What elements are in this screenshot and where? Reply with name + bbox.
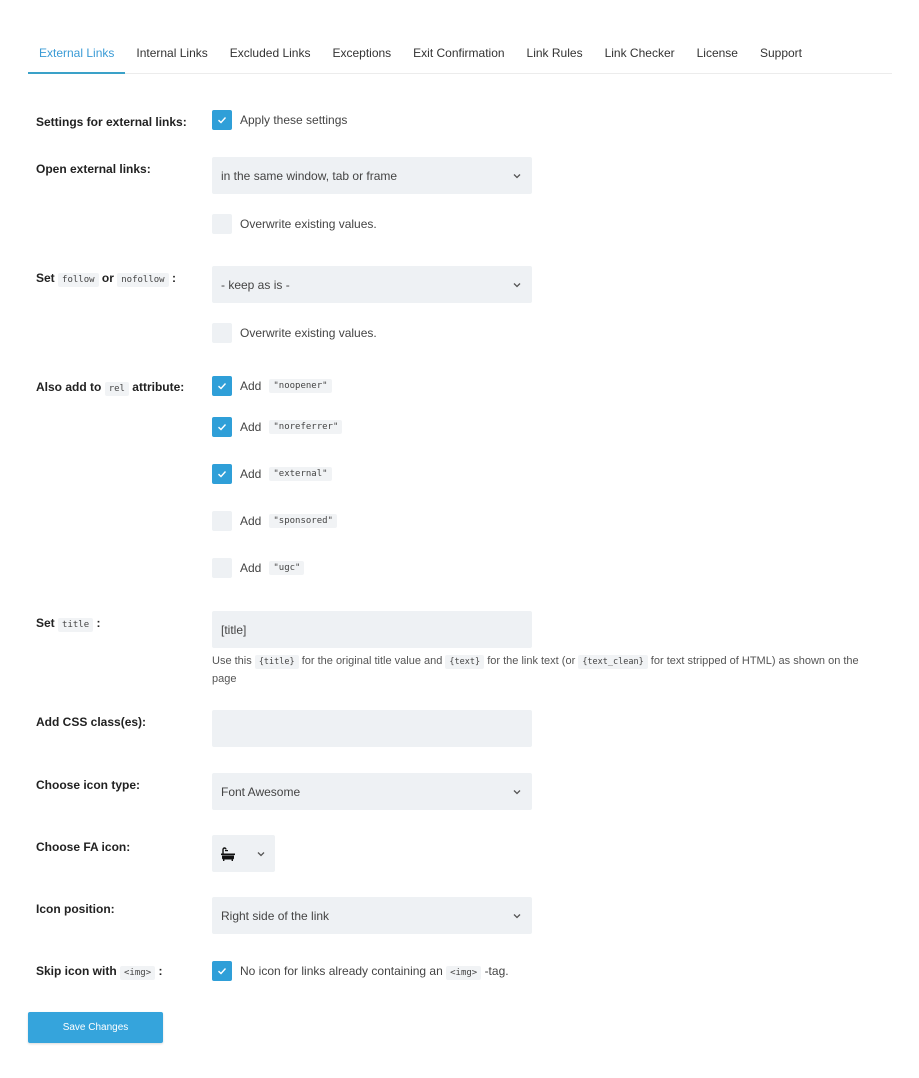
title-label-suffix: : bbox=[96, 616, 101, 630]
tab-excluded-links[interactable]: Excluded Links bbox=[219, 34, 322, 74]
skip-icon-code: <img> bbox=[120, 966, 156, 980]
chevron-down-icon bbox=[513, 913, 521, 918]
bath-icon bbox=[221, 846, 235, 861]
rel-label: Also add to rel attribute: bbox=[36, 380, 185, 396]
css-class-input[interactable] bbox=[212, 710, 532, 747]
follow-label: Set follow or nofollow : bbox=[36, 271, 176, 287]
check-icon bbox=[218, 968, 227, 975]
tab-external-links[interactable]: External Links bbox=[28, 34, 126, 74]
check-icon bbox=[218, 471, 227, 478]
title-label: Set title : bbox=[36, 616, 101, 632]
tab-link-checker[interactable]: Link Checker bbox=[594, 34, 686, 74]
chevron-down-icon bbox=[513, 789, 521, 794]
rel-ugc-code: "ugc" bbox=[269, 561, 305, 575]
apply-settings-row: Apply these settings bbox=[212, 110, 347, 130]
follow-code: follow bbox=[58, 273, 99, 287]
help-text-2: for the original title value and bbox=[301, 655, 443, 667]
open-links-overwrite-label: Overwrite existing values. bbox=[240, 217, 377, 231]
follow-select[interactable]: - keep as is - bbox=[212, 266, 532, 303]
skip-icon-text: No icon for links already containing an … bbox=[240, 964, 509, 980]
skip-icon-text-1: No icon for links already containing an bbox=[240, 964, 443, 978]
follow-value: - keep as is - bbox=[221, 277, 290, 292]
follow-overwrite-row: Overwrite existing values. bbox=[212, 323, 377, 343]
follow-label-prefix: Set bbox=[36, 271, 55, 285]
rel-noopener-code: "noopener" bbox=[269, 379, 332, 393]
rel-noopener-checkbox[interactable] bbox=[212, 376, 232, 396]
skip-icon-img-code: <img> bbox=[446, 966, 482, 980]
follow-label-mid: or bbox=[101, 271, 114, 285]
skip-icon-text-2: -tag. bbox=[484, 964, 509, 978]
skip-icon-label-suffix: : bbox=[158, 964, 163, 978]
fa-icon-label: Choose FA icon: bbox=[36, 840, 131, 854]
rel-external-prefix: Add bbox=[240, 467, 262, 481]
chevron-down-icon bbox=[513, 173, 521, 178]
title-help-text: Use this {title} for the original title … bbox=[212, 653, 872, 688]
rel-noreferrer-code: "noreferrer" bbox=[269, 420, 343, 434]
skip-icon-label-prefix: Skip icon with bbox=[36, 964, 117, 978]
rel-noreferrer-prefix: Add bbox=[240, 420, 262, 434]
nofollow-code: nofollow bbox=[117, 273, 169, 287]
rel-ugc-checkbox[interactable] bbox=[212, 558, 232, 578]
rel-noreferrer-checkbox[interactable] bbox=[212, 417, 232, 437]
tab-exceptions[interactable]: Exceptions bbox=[321, 34, 402, 74]
icon-type-value: Font Awesome bbox=[221, 784, 301, 799]
css-class-label: Add CSS class(es): bbox=[36, 715, 147, 729]
skip-icon-label: Skip icon with <img> : bbox=[36, 964, 163, 980]
tab-license[interactable]: License bbox=[686, 34, 749, 74]
rel-code: rel bbox=[104, 382, 129, 396]
save-changes-button[interactable]: Save Changes bbox=[28, 1012, 163, 1043]
title-code: title bbox=[58, 618, 94, 632]
chevron-down-icon bbox=[257, 851, 265, 856]
rel-noreferrer-row: Add "noreferrer" bbox=[212, 417, 343, 437]
rel-ugc-row: Add "ugc" bbox=[212, 558, 305, 578]
rel-label-prefix: Also add to bbox=[36, 380, 102, 394]
rel-external-row: Add "external" bbox=[212, 464, 332, 484]
open-links-value: in the same window, tab or frame bbox=[221, 168, 398, 183]
icon-position-select[interactable]: Right side of the link bbox=[212, 897, 532, 934]
icon-type-label: Choose icon type: bbox=[36, 778, 141, 792]
open-links-overwrite-row: Overwrite existing values. bbox=[212, 214, 377, 234]
rel-noopener-row: Add "noopener" bbox=[212, 376, 332, 396]
rel-sponsored-code: "sponsored" bbox=[269, 514, 337, 528]
chevron-down-icon bbox=[513, 282, 521, 287]
check-icon bbox=[218, 383, 227, 390]
open-links-label: Open external links: bbox=[36, 162, 151, 176]
fa-icon-select[interactable] bbox=[212, 835, 275, 872]
rel-sponsored-row: Add "sponsored" bbox=[212, 511, 337, 531]
open-links-overwrite-checkbox[interactable] bbox=[212, 214, 232, 234]
check-icon bbox=[218, 117, 227, 124]
tab-internal-links[interactable]: Internal Links bbox=[125, 34, 218, 74]
skip-icon-checkbox[interactable] bbox=[212, 961, 232, 981]
help-text-3: for the link text (or bbox=[487, 655, 576, 667]
rel-sponsored-prefix: Add bbox=[240, 514, 262, 528]
rel-ugc-prefix: Add bbox=[240, 561, 262, 575]
rel-external-checkbox[interactable] bbox=[212, 464, 232, 484]
icon-position-value: Right side of the link bbox=[221, 908, 330, 923]
help-code-text: {text} bbox=[445, 655, 485, 669]
skip-icon-row: No icon for links already containing an … bbox=[212, 961, 509, 981]
rel-noopener-prefix: Add bbox=[240, 379, 262, 393]
help-code-text-clean: {text_clean} bbox=[578, 655, 648, 669]
follow-label-suffix: : bbox=[171, 271, 176, 285]
rel-external-code: "external" bbox=[269, 467, 332, 481]
help-code-title: {title} bbox=[254, 655, 299, 669]
follow-overwrite-label: Overwrite existing values. bbox=[240, 326, 377, 340]
rel-label-suffix: attribute: bbox=[132, 380, 185, 394]
open-links-select[interactable]: in the same window, tab or frame bbox=[212, 157, 532, 194]
title-label-prefix: Set bbox=[36, 616, 55, 630]
title-input[interactable] bbox=[212, 611, 532, 648]
settings-tabs: External Links Internal Links Excluded L… bbox=[28, 34, 892, 74]
apply-settings-label: Apply these settings bbox=[240, 113, 348, 127]
tab-link-rules[interactable]: Link Rules bbox=[516, 34, 594, 74]
follow-overwrite-checkbox[interactable] bbox=[212, 323, 232, 343]
icon-position-label: Icon position: bbox=[36, 902, 115, 916]
settings-label: Settings for external links: bbox=[36, 115, 187, 129]
check-icon bbox=[218, 424, 227, 431]
help-text-1: Use this bbox=[212, 655, 252, 667]
tab-support[interactable]: Support bbox=[749, 34, 813, 74]
icon-type-select[interactable]: Font Awesome bbox=[212, 773, 532, 810]
tab-exit-confirmation[interactable]: Exit Confirmation bbox=[402, 34, 515, 74]
apply-settings-checkbox[interactable] bbox=[212, 110, 232, 130]
rel-sponsored-checkbox[interactable] bbox=[212, 511, 232, 531]
